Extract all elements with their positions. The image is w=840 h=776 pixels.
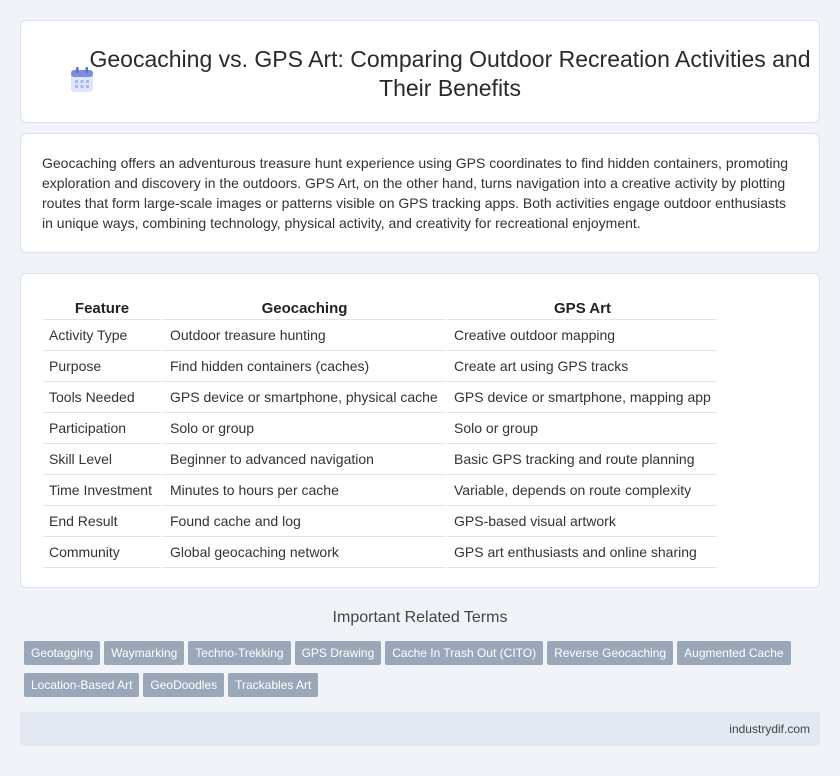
gps-art-cell: GPS art enthusiasts and online sharing (445, 537, 717, 568)
term-tag[interactable]: Reverse Geocaching (547, 641, 674, 665)
geocaching-cell: Find hidden containers (caches) (161, 351, 445, 382)
gps-art-cell: Solo or group (445, 413, 717, 444)
feature-cell: Purpose (43, 351, 161, 382)
gps-art-cell: Create art using GPS tracks (445, 351, 717, 382)
feature-cell: Activity Type (43, 320, 161, 351)
gps-art-cell: GPS device or smartphone, mapping app (445, 382, 717, 413)
table-row: Time Investment Minutes to hours per cac… (43, 475, 717, 506)
related-terms-list: Geotagging Waymarking Techno-Trekking GPS D… (24, 641, 824, 705)
table-row: Purpose Find hidden containers (caches) … (43, 351, 717, 382)
feature-cell: Community (43, 537, 161, 568)
term-tag[interactable]: Cache In Trash Out (CITO) (385, 641, 544, 665)
intro-card: Geocaching offers an adventurous treasur… (20, 133, 820, 253)
gps-art-cell: GPS-based visual artwork (445, 506, 717, 537)
table-row: Tools Needed GPS device or smartphone, p… (43, 382, 717, 413)
table-header-row: Feature Geocaching GPS Art (43, 292, 717, 320)
feature-cell: Time Investment (43, 475, 161, 506)
feature-cell: Participation (43, 413, 161, 444)
header-gps-art: GPS Art (445, 292, 717, 320)
geocaching-cell: Minutes to hours per cache (161, 475, 445, 506)
related-terms-title: Important Related Terms (332, 609, 508, 626)
term-tag[interactable]: GPS Drawing (294, 641, 382, 665)
table-row: Skill Level Beginner to advanced navigat… (43, 444, 717, 475)
footer: industrydif.com (20, 712, 820, 746)
page-title: Geocaching vs. GPS Art: Comparing Outdoo… (89, 46, 811, 101)
header-geocaching: Geocaching (161, 292, 445, 320)
geocaching-cell: Global geocaching network (161, 537, 445, 568)
term-tag[interactable]: GeoDoodles (143, 673, 225, 697)
geocaching-cell: Outdoor treasure hunting (161, 320, 445, 351)
intro-text: Geocaching offers an adventurous treasur… (42, 155, 789, 231)
comparison-table-card: Feature Geocaching GPS Art Activity Type… (20, 273, 820, 588)
term-tag[interactable]: Location-Based Art (24, 673, 140, 697)
geocaching-cell: Beginner to advanced navigation (161, 444, 445, 475)
feature-cell: Skill Level (43, 444, 161, 475)
feature-cell: End Result (43, 506, 161, 537)
term-tag[interactable]: Waymarking (104, 641, 185, 665)
table-row: Activity Type Outdoor treasure hunting C… (43, 320, 717, 351)
gps-art-cell: Variable, depends on route complexity (445, 475, 717, 506)
table-row: Community Global geocaching network GPS … (43, 537, 717, 568)
term-tag[interactable]: Augmented Cache (677, 641, 791, 665)
table-row: End Result Found cache and log GPS-based… (43, 506, 717, 537)
header-card: Geocaching vs. GPS Art: Comparing Outdoo… (20, 20, 820, 123)
geocaching-cell: GPS device or smartphone, physical cache (161, 382, 445, 413)
term-tag[interactable]: Trackables Art (228, 673, 319, 697)
feature-cell: Tools Needed (43, 382, 161, 413)
footer-site-link[interactable]: industrydif.com (729, 722, 810, 736)
term-tag[interactable]: Geotagging (24, 641, 101, 665)
geocaching-cell: Solo or group (161, 413, 445, 444)
gps-art-cell: Creative outdoor mapping (445, 320, 717, 351)
term-tag[interactable]: Techno-Trekking (188, 641, 291, 665)
table-row: Participation Solo or group Solo or grou… (43, 413, 717, 444)
gps-art-cell: Basic GPS tracking and route planning (445, 444, 717, 475)
geocaching-cell: Found cache and log (161, 506, 445, 537)
header-feature: Feature (43, 292, 161, 320)
comparison-table: Feature Geocaching GPS Art Activity Type… (43, 292, 717, 568)
